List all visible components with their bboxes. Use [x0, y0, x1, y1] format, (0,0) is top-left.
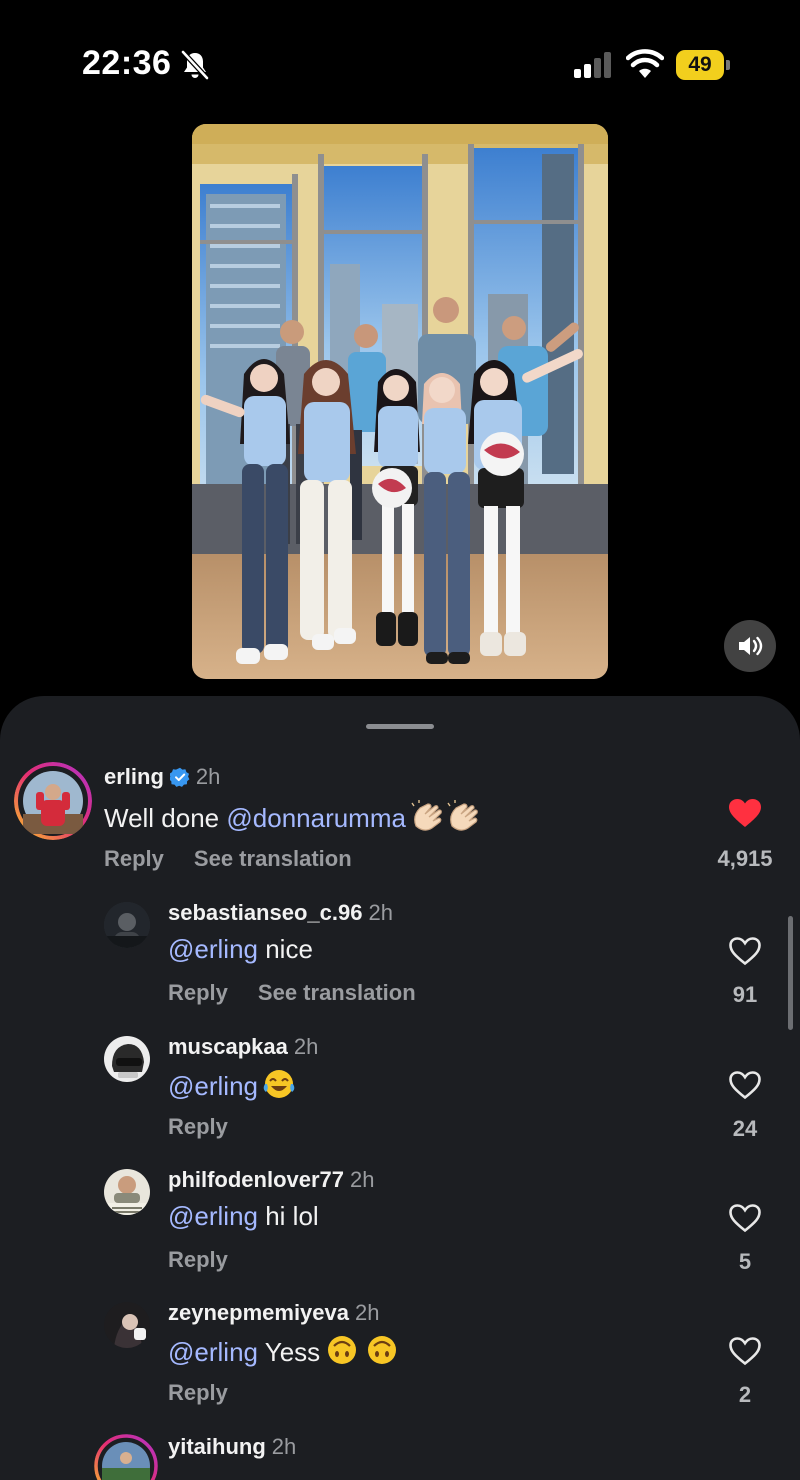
username-text[interactable]: erling: [104, 764, 164, 789]
comment-time: 2h: [195, 764, 221, 789]
comment-text: Well done @donnarumma: [104, 800, 482, 839]
heart-filled-icon: [729, 799, 761, 827]
see-translation-button[interactable]: See translation: [194, 846, 352, 871]
status-time: 22:36: [82, 44, 172, 82]
avatar[interactable]: [104, 1302, 150, 1348]
comment-text: @erling: [168, 1068, 296, 1107]
comment-item: sebastianseo_c.96 2h @erling nice Reply Se…: [0, 900, 800, 1020]
sheet-drag-handle[interactable]: [366, 724, 434, 729]
avatar-story-ring[interactable]: [94, 1434, 158, 1480]
mention-link[interactable]: @erling: [168, 1201, 258, 1231]
instagram-reel-comments-screen: 22:36 49 erling 2h Well done @donnarumma…: [0, 0, 800, 1480]
like-button[interactable]: [725, 1336, 765, 1366]
avatar[interactable]: [104, 1169, 150, 1215]
comment-actions: Reply: [168, 1247, 258, 1273]
comment-time: 2h: [350, 1167, 375, 1192]
comment-username[interactable]: philfodenlover77 2h: [168, 1167, 375, 1193]
comment-time: 2h: [293, 1034, 319, 1059]
tears-of-joy-emoji: [262, 1068, 296, 1107]
avatar-image: [104, 1036, 150, 1082]
comment-actions: Reply: [168, 1380, 258, 1406]
comment-item: yitaihung 2h: [0, 1434, 800, 1480]
mention-link[interactable]: @erling: [168, 1337, 258, 1367]
username-text[interactable]: zeynepmemiyeva: [168, 1300, 349, 1325]
bell-slash-icon: [181, 50, 209, 80]
username-text[interactable]: sebastianseo_c.96: [168, 900, 362, 925]
heart-outline-icon: [729, 1204, 761, 1233]
comment-username[interactable]: yitaihung 2h: [168, 1434, 296, 1460]
avatar[interactable]: [104, 1036, 150, 1082]
clapping-hands-emoji: [410, 800, 482, 839]
comment-actions: Reply See translation: [168, 980, 446, 1006]
comment-text: @erling nice: [168, 934, 313, 965]
comment-text: @erling hi lol: [168, 1201, 319, 1232]
like-count: 5: [738, 1249, 752, 1274]
comment-text-body: Yess: [257, 1337, 321, 1367]
like-button[interactable]: [725, 936, 765, 966]
battery-level: 49: [676, 50, 724, 80]
like-button[interactable]: [725, 1203, 765, 1233]
battery-indicator: 49: [676, 50, 730, 80]
avatar-image: [104, 1169, 150, 1215]
speaker-icon: [739, 636, 763, 656]
cellular-signal-icon: [574, 52, 611, 78]
comment-actions: Reply See translation: [104, 846, 382, 872]
like-button[interactable]: [725, 798, 765, 828]
battery-cap: [726, 60, 730, 70]
comment-item: zeynepmemiyeva 2h @erling Yess Reply 2: [0, 1300, 800, 1420]
avatar: [94, 1434, 158, 1480]
comment-item: erling 2h Well done @donnarumma Reply See: [0, 762, 800, 882]
avatar-image: [104, 902, 150, 948]
reply-button[interactable]: Reply: [168, 1380, 228, 1405]
username-text[interactable]: yitaihung: [168, 1434, 266, 1459]
avatar: [14, 762, 92, 840]
username-text[interactable]: philfodenlover77: [168, 1167, 344, 1192]
like-count: 4,915: [717, 846, 773, 871]
comment-actions: Reply: [168, 1114, 258, 1140]
comment-text: @erling Yess: [168, 1334, 400, 1373]
username-text[interactable]: muscapkaa: [168, 1034, 288, 1059]
like-button[interactable]: [725, 1070, 765, 1100]
comments-sheet[interactable]: erling 2h Well done @donnarumma Reply See: [0, 696, 800, 1480]
avatar-image: [104, 1302, 150, 1348]
heart-outline-icon: [729, 1337, 761, 1366]
avatar[interactable]: [104, 902, 150, 948]
heart-outline-icon: [729, 1071, 761, 1100]
upside-down-face-emoji: [324, 1334, 400, 1373]
comment-text-body: Well done: [104, 803, 227, 833]
like-count: 91: [732, 982, 758, 1007]
comment-username[interactable]: erling 2h: [104, 764, 220, 790]
mention-link[interactable]: @erling: [168, 934, 258, 964]
comment-item: philfodenlover77 2h @erling hi lol Reply …: [0, 1167, 800, 1287]
avatar-story-ring[interactable]: [14, 762, 92, 840]
comment-time: 2h: [355, 1300, 380, 1325]
wifi-icon: [626, 49, 664, 78]
comment-username[interactable]: sebastianseo_c.96 2h: [168, 900, 393, 926]
comment-time: 2h: [368, 900, 393, 925]
reply-button[interactable]: Reply: [168, 1247, 228, 1272]
verified-badge-icon: [169, 767, 190, 787]
reply-button[interactable]: Reply: [168, 980, 228, 1005]
reply-button[interactable]: Reply: [168, 1114, 228, 1139]
video-frame-image: [192, 124, 608, 679]
reel-video[interactable]: [192, 124, 608, 679]
comment-text-body: hi lol: [257, 1201, 319, 1231]
reply-button[interactable]: Reply: [104, 846, 164, 871]
comment-item: muscapkaa 2h @erling Reply 24: [0, 1034, 800, 1154]
comment-text-body: nice: [257, 934, 313, 964]
see-translation-button[interactable]: See translation: [258, 980, 416, 1005]
comment-username[interactable]: muscapkaa 2h: [168, 1034, 318, 1060]
mute-toggle-button[interactable]: [724, 620, 776, 672]
like-count: 24: [732, 1116, 758, 1141]
comment-username[interactable]: zeynepmemiyeva 2h: [168, 1300, 379, 1326]
comment-time: 2h: [271, 1434, 297, 1459]
mention-link[interactable]: @erling: [168, 1071, 258, 1101]
heart-outline-icon: [729, 937, 761, 966]
status-bar: 22:36 49: [0, 0, 800, 110]
mention-link[interactable]: @donnarumma: [226, 803, 406, 833]
like-count: 2: [738, 1382, 752, 1407]
